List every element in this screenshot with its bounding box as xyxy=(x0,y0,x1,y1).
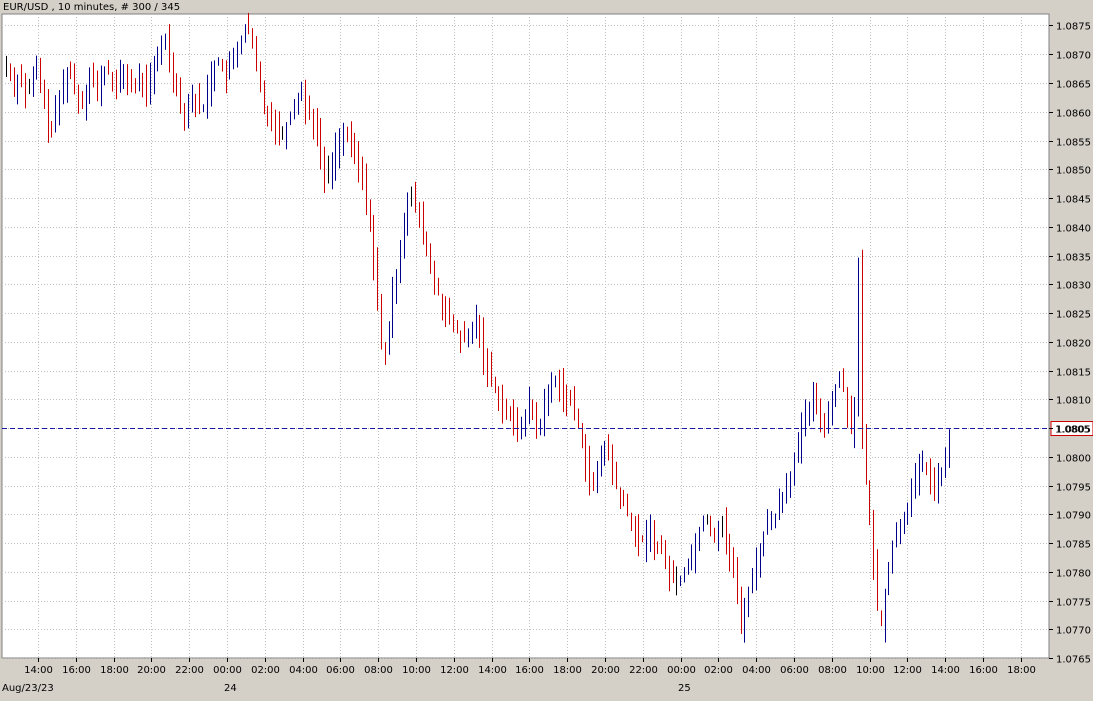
chart-title: EUR/USD , 10 minutes, # 300 / 345 xyxy=(3,2,180,13)
y-tick-label: 1.0850 xyxy=(1056,166,1091,177)
ohlc-chart: 1.0805 1.07651.07701.07751.07801.07851.0… xyxy=(1,2,1093,694)
x-tick-label: 04:00 xyxy=(742,665,771,676)
x-tick-label: 14:00 xyxy=(24,665,53,676)
y-tick-label: 1.0790 xyxy=(1056,511,1091,522)
y-tick-label: 1.0815 xyxy=(1056,368,1091,379)
x-tick-label: 16:00 xyxy=(62,665,91,676)
y-tick-label: 1.0830 xyxy=(1056,281,1091,292)
y-tick-label: 1.0875 xyxy=(1056,22,1091,33)
y-tick-label: 1.0860 xyxy=(1056,109,1091,120)
y-tick-label: 1.0765 xyxy=(1056,655,1091,666)
y-tick-label: 1.0840 xyxy=(1056,224,1091,235)
date-label: 25 xyxy=(678,683,691,694)
x-tick-label: 02:00 xyxy=(704,665,733,676)
x-tick-label: 10:00 xyxy=(856,665,885,676)
x-tick-label: 00:00 xyxy=(667,665,696,676)
x-tick-label: 22:00 xyxy=(629,665,658,676)
x-tick-label: 02:00 xyxy=(251,665,280,676)
y-tick-label: 1.0855 xyxy=(1056,138,1091,149)
x-tick-label: 12:00 xyxy=(893,665,922,676)
y-tick-label: 1.0820 xyxy=(1056,339,1091,350)
x-tick-label: 08:00 xyxy=(364,665,393,676)
y-axis: 1.0765 1.0770 1.0775 1.0780 1.0785 1.0790 1.07… xyxy=(1049,22,1091,666)
x-tick-label: 06:00 xyxy=(326,665,355,676)
x-tick-label: 14:00 xyxy=(478,665,507,676)
x-tick-label: 18:00 xyxy=(553,665,582,676)
y-tick-label: 1.0795 xyxy=(1056,483,1091,494)
x-tick-label: 22:00 xyxy=(175,665,204,676)
x-tick-label: 06:00 xyxy=(780,665,809,676)
x-tick-label: 08:00 xyxy=(818,665,847,676)
y-tick-label: 1.0825 xyxy=(1056,310,1091,321)
x-tick-label: 10:00 xyxy=(402,665,431,676)
date-label: Aug/23/23 xyxy=(2,683,54,694)
y-tick-label: 1.0770 xyxy=(1056,626,1091,637)
plot-area xyxy=(1,13,1050,659)
chart-container: 1.0805 1.0765 1.0770 1.0775 1.0780 1.0785 1.0… xyxy=(0,0,1093,697)
x-tick-label: 16:00 xyxy=(515,665,544,676)
x-tick-label: 14:00 xyxy=(931,665,960,676)
y-tick-label: 1.0800 xyxy=(1056,454,1091,465)
y-tick-label: 1.0780 xyxy=(1056,569,1091,580)
y-tick-label: 1.0810 xyxy=(1056,396,1091,407)
y-tick-label: 1.0835 xyxy=(1056,253,1091,264)
y-tick-label: 1.0865 xyxy=(1056,80,1091,91)
y-tick-label: 1.0870 xyxy=(1056,51,1091,62)
y-tick-label: 1.0785 xyxy=(1056,540,1091,551)
x-tick-label: 18:00 xyxy=(1007,665,1036,676)
x-tick-label: 20:00 xyxy=(137,665,166,676)
x-tick-label: 00:00 xyxy=(213,665,242,676)
date-label: 24 xyxy=(224,683,237,694)
x-axis: 14:00 16:00 18:00 20:00 22:00 00:00 02:00 04:00… xyxy=(2,658,1036,694)
x-tick-label: 04:00 xyxy=(289,665,318,676)
x-tick-label: 18:00 xyxy=(100,665,129,676)
y-tick-label: 1.0775 xyxy=(1056,598,1091,609)
y-tick-label: 1.0805 xyxy=(1056,425,1091,436)
x-tick-label: 16:00 xyxy=(969,665,998,676)
y-tick-label: 1.0845 xyxy=(1056,195,1091,206)
x-tick-label: 20:00 xyxy=(591,665,620,676)
x-tick-label: 12:00 xyxy=(440,665,469,676)
